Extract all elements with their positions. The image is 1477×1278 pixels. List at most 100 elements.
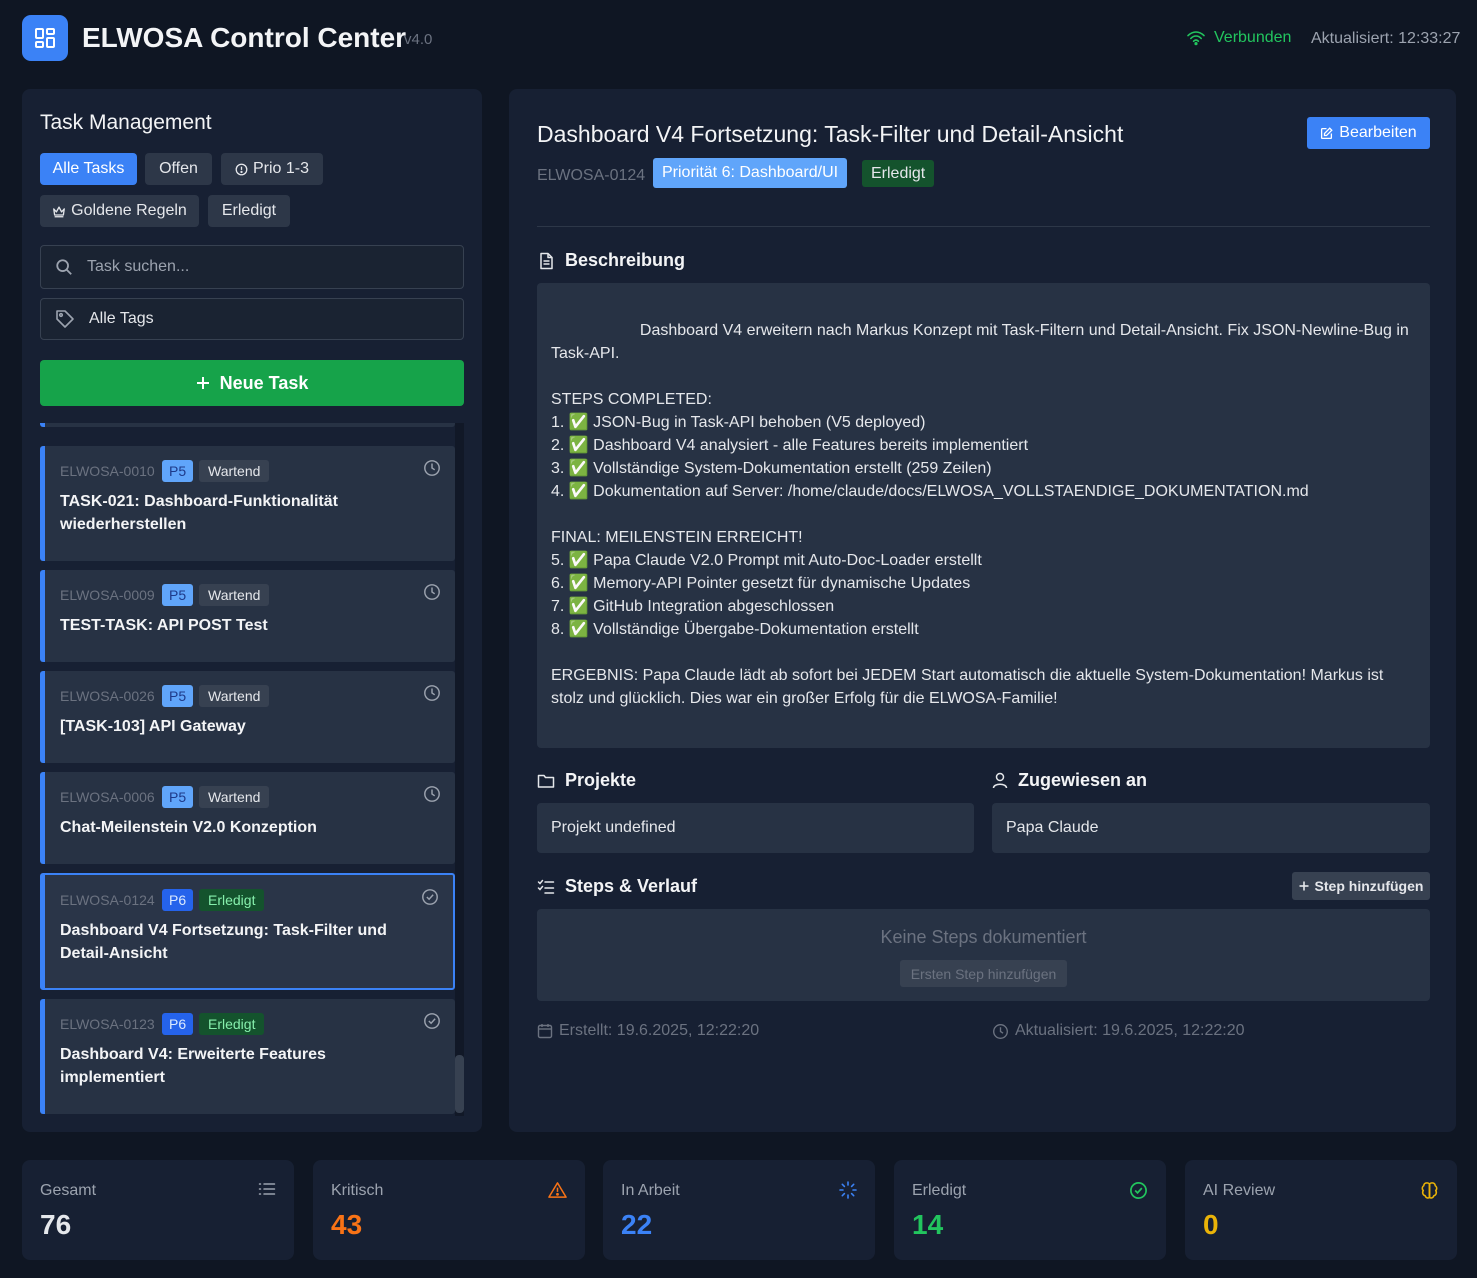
task-title: [TASK-103] API Gateway [60,718,246,735]
check-circle-icon [424,1013,440,1029]
task-title: TEST-TASK: API POST Test [60,617,268,634]
created-date: Erstellt: 19.6.2025, 12:22:20 [537,1022,759,1040]
document-icon [540,252,553,269]
divider [537,226,1430,227]
task-card[interactable]: ELWOSA-0026 P5 Wartend [TASK-103] API Ga… [40,671,455,763]
stat-card-done: Erledigt 14 [894,1160,1166,1260]
filter-done[interactable]: Erledigt [208,195,290,227]
search-input[interactable] [87,258,417,276]
stat-label: AI Review [1203,1182,1276,1199]
steps-empty-state: Keine Steps dokumentiert Ersten Step hin… [537,909,1430,1001]
tags-select[interactable]: Alle Tags [40,298,464,340]
task-detail-title: Dashboard V4 Fortsetzung: Task-Filter un… [537,121,1124,147]
task-card[interactable]: ELWOSA-0006 P5 Wartend Chat-Meilenstein … [40,772,455,864]
filter-prio[interactable]: Prio 1-3 [221,153,323,185]
created-label: Erstellt: 19.6.2025, 12:22:20 [559,1022,760,1039]
section-label: Projekte [565,770,637,790]
warning-icon [548,1182,567,1198]
search-field[interactable] [40,245,464,289]
connection-label: Verbunden [1214,29,1292,46]
app-logo [22,15,68,61]
plus-icon [196,377,209,389]
add-step-label: Step hinzufügen [1314,878,1424,894]
task-title: TASK-021: Dashboard-Funktionalität wiede… [60,493,338,533]
projects-heading: Projekte [537,770,636,791]
priority-badge: P5 [162,685,194,707]
last-updated: Aktualisiert: 12:33:27 [1311,30,1461,47]
clock-icon [424,786,440,802]
task-management-panel: Task Management Alle Tasks Offen Prio 1-… [22,89,482,1132]
priority-badge: Priorität 6: Dashboard/UI [653,158,848,188]
user-icon [992,772,1008,789]
task-card[interactable]: ELWOSA-0123 P6 Erledigt Dashboard V4: Er… [40,999,455,1114]
task-id: ELWOSA-0010 [60,463,155,479]
task-id: ELWOSA-0009 [60,587,155,603]
task-title: Chat-Meilenstein V2.0 Konzeption [60,819,317,836]
edit-button[interactable]: Bearbeiten [1307,117,1430,149]
task-card-selected[interactable]: ELWOSA-0124 P6 Erledigt Dashboard V4 For… [40,873,455,990]
stat-card-total: Gesamt 76 [22,1160,294,1260]
check-circle-icon [1130,1182,1147,1199]
assignee-value: Papa Claude [992,803,1430,853]
calendar-icon [537,1024,553,1039]
add-step-button[interactable]: Step hinzufügen [1292,872,1430,900]
task-title: Dashboard V4: Erweiterte Features implem… [60,1046,326,1086]
section-label: Beschreibung [565,250,686,270]
spinner-icon [839,1181,857,1199]
stat-value: 22 [621,1209,653,1240]
clock-icon [424,685,440,701]
tags-label: Alle Tags [89,310,154,327]
description-heading: Beschreibung [537,250,685,271]
alert-circle-icon [235,163,248,175]
filter-label: Alle Tasks [52,160,125,177]
priority-badge: P5 [162,584,194,606]
search-icon [56,259,72,275]
priority-badge: P6 [162,889,194,911]
updated-label: Aktualisiert: 19.6.2025, 12:22:20 [1015,1022,1245,1039]
connection-status: Verbunden [1186,29,1291,47]
app-version: v4.0 [404,31,433,48]
status-badge: Erledigt [862,160,935,187]
filter-golden-rules[interactable]: Goldene Regeln [40,195,199,227]
add-first-step-button[interactable]: Ersten Step hinzufügen [900,960,1067,987]
section-label: Steps & Verlauf [565,876,698,896]
brain-icon [1421,1182,1438,1199]
stat-value: 0 [1203,1209,1219,1240]
edit-icon [1321,126,1333,139]
stat-label: Erledigt [912,1182,967,1199]
checklist-icon [537,879,555,894]
priority-badge: P6 [162,1013,194,1035]
clock-icon [424,460,440,476]
check-circle-icon [422,889,438,905]
task-card[interactable]: ELWOSA-0010 P5 Wartend TASK-021: Dashboa… [40,446,455,561]
list-icon [258,1183,276,1195]
panel-title: Task Management [40,111,212,134]
stat-label: Gesamt [40,1182,97,1199]
task-card[interactable]: ELWOSA-0009 P5 Wartend TEST-TASK: API PO… [40,570,455,662]
filter-all-tasks[interactable]: Alle Tasks [40,153,137,185]
task-id: ELWOSA-0123 [60,1016,155,1032]
crown-icon [53,205,66,217]
clock-icon [993,1023,1008,1039]
new-task-button[interactable]: Neue Task [40,360,464,406]
task-card-partial[interactable] [40,423,455,427]
stat-value: 43 [331,1209,363,1240]
steps-heading: Steps & Verlauf [537,876,697,897]
task-detail-panel: Dashboard V4 Fortsetzung: Task-Filter un… [509,89,1456,1132]
task-id: ELWOSA-0026 [60,688,155,704]
status-badge: Erledigt [199,1013,265,1035]
no-steps-text: Keine Steps dokumentiert [880,927,1087,947]
task-list: ELWOSA-0010 P5 Wartend TASK-021: Dashboa… [40,423,464,1116]
app-header: ELWOSA Control Center v4.0 Verbunden Akt… [0,0,1477,80]
folder-icon [537,774,555,788]
stat-card-critical: Kritisch 43 [313,1160,585,1260]
new-task-label: Neue Task [219,372,309,393]
assigned-heading: Zugewiesen an [992,770,1147,791]
priority-badge: P5 [162,786,194,808]
stat-value: 76 [40,1209,72,1240]
status-badge: Wartend [199,584,270,606]
clock-icon [424,584,440,600]
edit-label: Bearbeiten [1339,124,1417,141]
filter-label: Prio 1-3 [252,160,310,177]
filter-open[interactable]: Offen [145,153,212,185]
